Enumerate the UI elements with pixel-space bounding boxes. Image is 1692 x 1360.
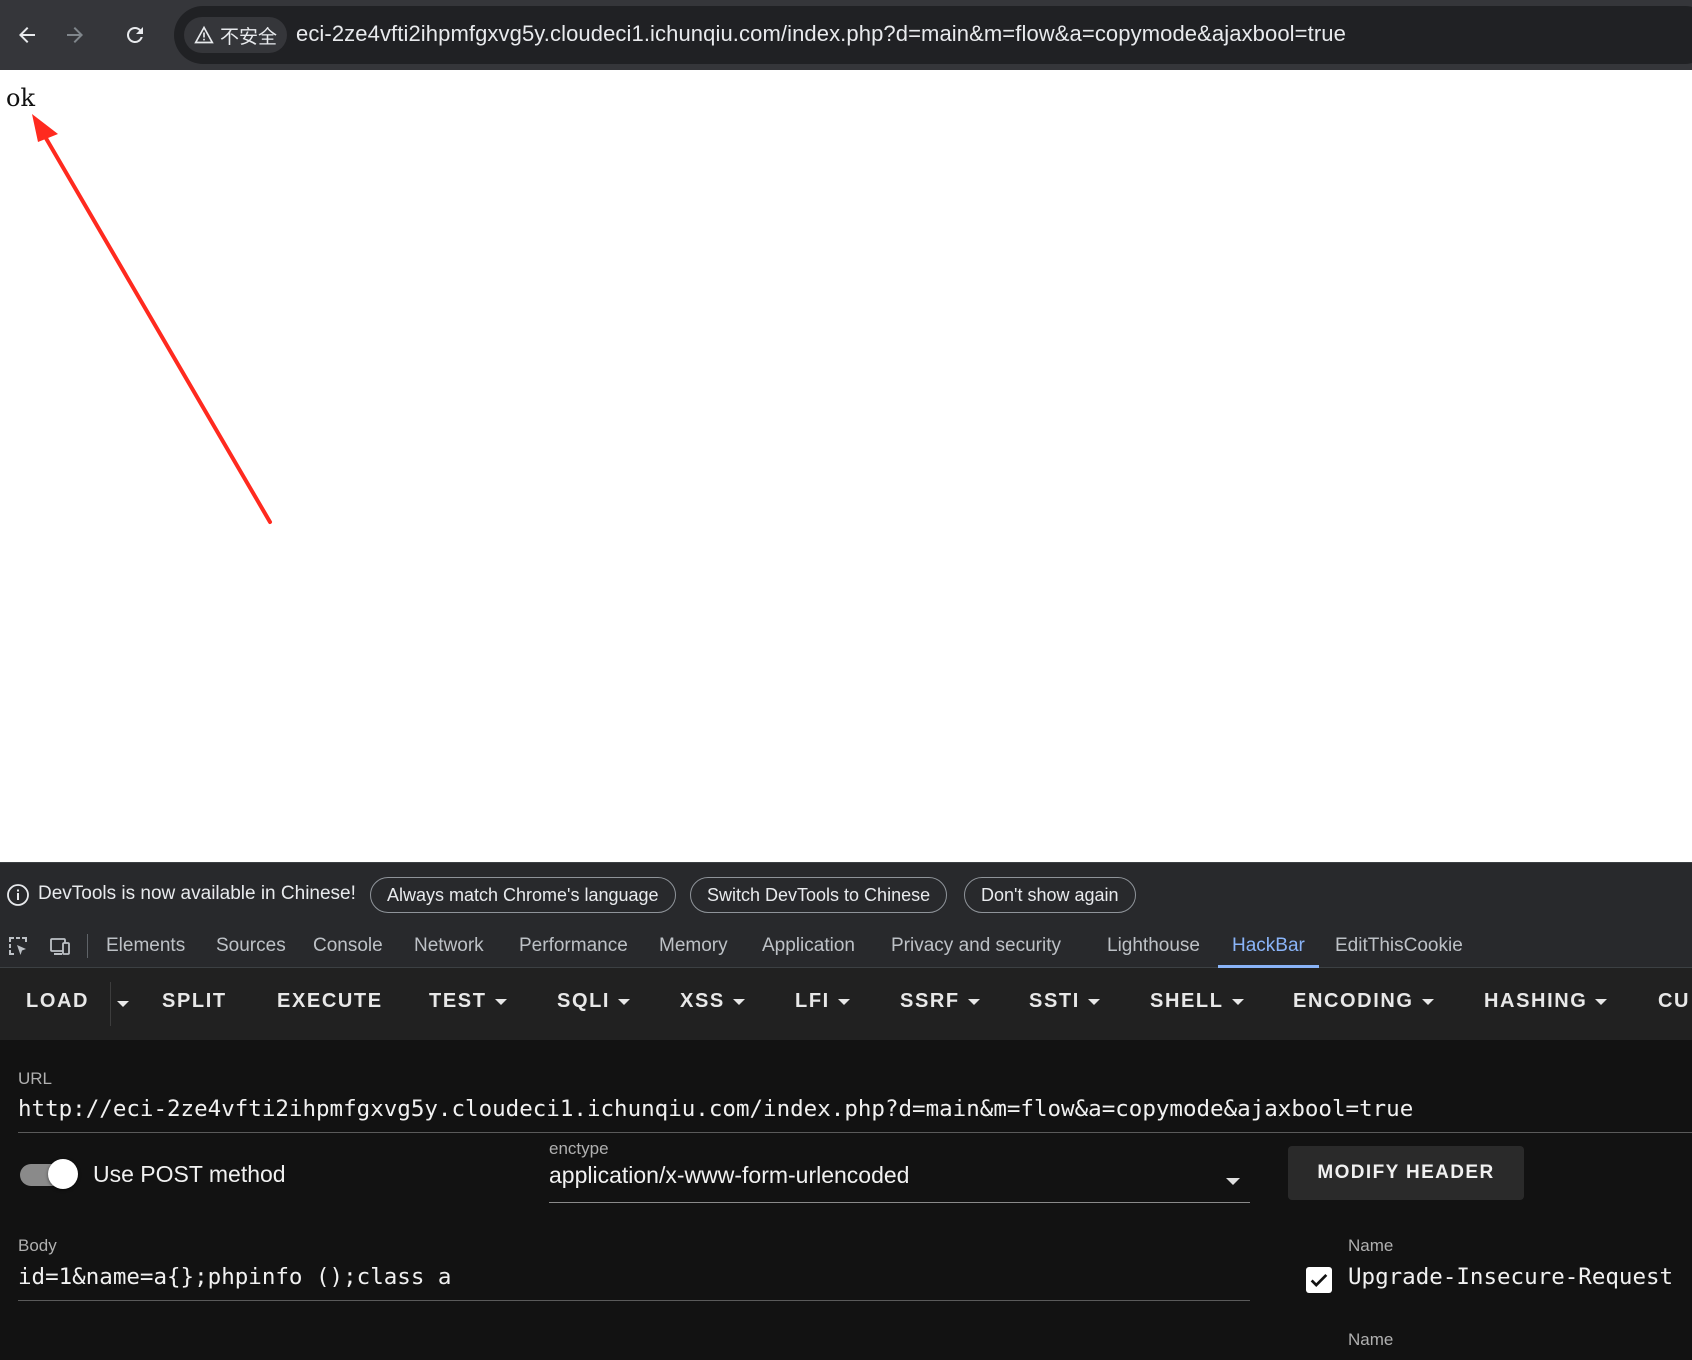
execute-button[interactable]: EXECUTE: [277, 990, 383, 1013]
caret-down-icon[interactable]: [1226, 1178, 1240, 1185]
header-enabled-checkbox[interactable]: [1306, 1267, 1332, 1293]
infobar-message: DevTools is now available in Chinese!: [38, 883, 356, 904]
dont-show-again-button[interactable]: Don't show again: [964, 877, 1136, 913]
caret-down-icon: [494, 998, 507, 1005]
execute-label: EXECUTE: [277, 990, 383, 1012]
caret-down-icon: [1595, 998, 1608, 1005]
tab-application[interactable]: Application: [762, 924, 855, 968]
enctype-select[interactable]: application/x-www-form-urlencoded: [549, 1162, 909, 1189]
language-infobar: DevTools is now available in Chinese! Al…: [0, 862, 1692, 924]
lfi-menu-button[interactable]: LFI: [795, 990, 850, 1013]
split-label: SPLIT: [162, 990, 227, 1012]
caret-down-icon: [732, 998, 745, 1005]
hackbar-menu: LOAD SPLIT EXECUTE TEST SQLI XSS LFI SSR…: [0, 968, 1692, 1040]
test-menu-button[interactable]: TEST: [429, 990, 507, 1013]
load-divider: [110, 982, 111, 1026]
modify-header-button[interactable]: MODIFY HEADER: [1288, 1146, 1524, 1200]
load-button[interactable]: LOAD: [26, 990, 89, 1013]
custom-label: CU: [1658, 990, 1691, 1012]
caret-down-icon: [967, 998, 980, 1005]
arrow-left-icon: [19, 27, 35, 43]
url-input-underline: [18, 1132, 1692, 1133]
address-bar[interactable]: 不安全 eci-2ze4vfti2ihpmfgxvg5y.cloudeci1.i…: [174, 6, 1692, 64]
tab-performance[interactable]: Performance: [519, 924, 628, 968]
forward-button[interactable]: [58, 18, 92, 52]
encoding-menu-button[interactable]: ENCODING: [1293, 990, 1434, 1013]
header-name-label: Name: [1348, 1236, 1394, 1255]
load-label: LOAD: [26, 990, 90, 1012]
back-button[interactable]: [10, 18, 44, 52]
caret-down-icon: [1231, 998, 1244, 1005]
header-name-input[interactable]: Upgrade-Insecure-Request: [1348, 1264, 1673, 1290]
header-name-label: Name: [1348, 1330, 1394, 1349]
sqli-menu-button[interactable]: SQLI: [557, 990, 631, 1013]
inspect-element-icon[interactable]: [6, 934, 30, 958]
arrow-right-icon: [67, 27, 83, 43]
shell-label: SHELL: [1150, 990, 1224, 1012]
ssti-label: SSTI: [1029, 990, 1080, 1012]
page-viewport: ok: [0, 70, 1692, 862]
lfi-label: LFI: [795, 990, 830, 1012]
url-label: URL: [18, 1069, 53, 1088]
enctype-underline: [549, 1202, 1250, 1203]
device-toolbar-icon[interactable]: [48, 934, 72, 958]
toggle-thumb: [48, 1159, 78, 1189]
ssrf-label: SSRF: [900, 990, 960, 1012]
body-input[interactable]: id=1&name=a{};phpinfo ();class a: [18, 1264, 451, 1290]
warning-triangle-icon: [194, 25, 214, 44]
checkmark-icon: [1310, 1273, 1328, 1287]
tab-sources[interactable]: Sources: [216, 924, 286, 968]
hashing-menu-button[interactable]: HASHING: [1484, 990, 1608, 1013]
always-match-language-button[interactable]: Always match Chrome's language: [370, 877, 676, 913]
tab-lighthouse[interactable]: Lighthouse: [1107, 924, 1200, 968]
info-icon: [7, 884, 29, 906]
tabbar-divider: [87, 934, 88, 958]
encoding-label: ENCODING: [1293, 990, 1414, 1012]
load-options-button[interactable]: [117, 1001, 129, 1007]
body-input-underline: [18, 1300, 1250, 1301]
body-label: Body: [18, 1236, 57, 1255]
tab-console[interactable]: Console: [313, 924, 383, 968]
enctype-label: enctype: [549, 1139, 609, 1158]
sqli-label: SQLI: [557, 990, 611, 1012]
url-input[interactable]: http://eci-2ze4vfti2ihpmfgxvg5y.cloudeci…: [18, 1096, 1413, 1122]
custom-menu-button[interactable]: CU: [1658, 990, 1690, 1013]
post-method-label: Use POST method: [93, 1161, 286, 1187]
hashing-label: HASHING: [1484, 990, 1588, 1012]
tab-hackbar[interactable]: HackBar: [1218, 924, 1319, 968]
address-text[interactable]: eci-2ze4vfti2ihpmfgxvg5y.cloudeci1.ichun…: [296, 21, 1346, 47]
ssti-menu-button[interactable]: SSTI: [1029, 990, 1100, 1013]
caret-down-icon: [117, 1001, 129, 1007]
xss-menu-button[interactable]: XSS: [680, 990, 745, 1013]
split-button[interactable]: SPLIT: [162, 990, 227, 1013]
caret-down-icon: [837, 998, 850, 1005]
caret-down-icon: [1421, 998, 1434, 1005]
browser-toolbar: 不安全 eci-2ze4vfti2ihpmfgxvg5y.cloudeci1.i…: [0, 0, 1692, 70]
security-label: 不安全: [220, 26, 278, 48]
annotation-arrow: [32, 114, 272, 524]
tab-elements[interactable]: Elements: [106, 924, 185, 968]
switch-to-chinese-button[interactable]: Switch DevTools to Chinese: [690, 877, 948, 913]
post-method-toggle[interactable]: [20, 1159, 78, 1191]
hackbar-body: URL http://eci-2ze4vfti2ihpmfgxvg5y.clou…: [0, 1040, 1692, 1360]
tab-memory[interactable]: Memory: [659, 924, 728, 968]
devtools-panel: DevTools is now available in Chinese! Al…: [0, 862, 1692, 1360]
caret-down-icon: [618, 998, 631, 1005]
tab-editthiscookie[interactable]: EditThisCookie: [1335, 924, 1463, 968]
shell-menu-button[interactable]: SHELL: [1150, 990, 1244, 1013]
reload-icon: [126, 26, 143, 43]
test-label: TEST: [429, 990, 487, 1012]
xss-label: XSS: [680, 990, 725, 1012]
reload-button[interactable]: [118, 18, 152, 52]
security-indicator[interactable]: 不安全: [184, 17, 288, 53]
tab-network[interactable]: Network: [414, 924, 484, 968]
ssrf-menu-button[interactable]: SSRF: [900, 990, 980, 1013]
devtools-tabbar: Elements Sources Console Network Perform…: [0, 924, 1692, 968]
caret-down-icon: [1087, 998, 1100, 1005]
tab-privacy-and-security[interactable]: Privacy and security: [891, 924, 1061, 968]
